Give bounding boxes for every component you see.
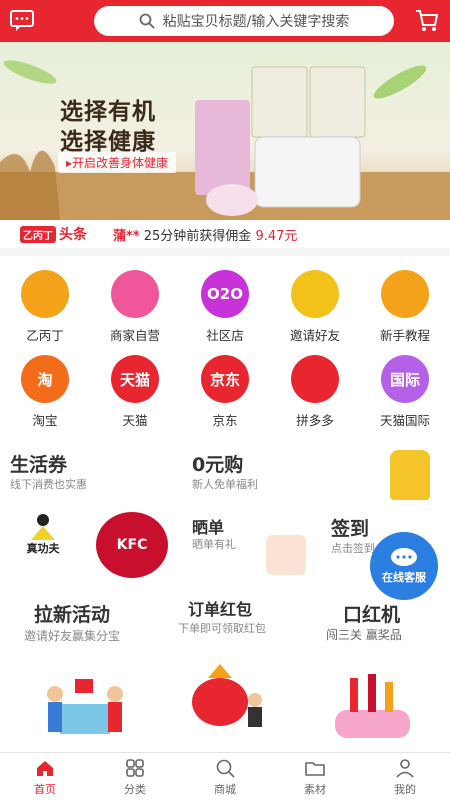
kfc-text: KFC [116,537,148,553]
banner-title-2: 选择健康 [60,129,156,155]
grid-item-label: 天猫国际 [379,413,430,428]
grid-item[interactable]: 天猫 天猫 [90,347,180,432]
grid-item[interactable]: 商家自营 [90,262,180,347]
shop-icon [111,270,159,318]
tutorial-icon [381,270,429,318]
tab-label: 我的 [394,782,416,796]
zero-buy-title[interactable]: 0元购 [192,450,243,477]
lipstick-machine-title[interactable]: 口红机 [343,600,400,627]
search-placeholder: 粘贴宝贝标题/输入关键字搜索 [162,14,350,30]
order-redpack-title[interactable]: 订单红包 [188,596,252,620]
invite-icon [291,270,339,318]
grid-item-label: 新手教程 [379,328,430,343]
grid-item-label: 京东 [212,413,238,428]
search-icon [216,759,235,778]
show-order-sub: 晒单有礼 [192,538,236,551]
top-bar: 粘贴宝贝标题/输入关键字搜索 [0,0,450,42]
customer-service-label: 在线客服 [382,571,426,584]
home-icon [37,760,53,776]
headline-logo-badge: 乙丙丁 [20,225,56,243]
grid-item[interactable]: 京东 京东 [180,347,270,432]
grid-item[interactable]: 邀请好友 [270,262,360,347]
zero-buy-sub: 新人免单福利 [192,478,258,491]
invite-illustration[interactable] [40,664,130,739]
life-coupon-sub: 线下消费也实惠 [10,478,87,491]
tab-label: 首页 [34,782,56,796]
life-coupon-title[interactable]: 生活券 [10,450,67,477]
grid-item-label: 淘宝 [32,413,58,428]
zhengongfu-logo[interactable]: 真功夫 [18,512,68,556]
headline-logo-text: 头条 [59,227,87,243]
tmall-icon: 天猫 [111,355,159,403]
lipstick-illustration[interactable] [330,670,420,742]
backpack-image[interactable] [390,450,430,500]
news-message: 25分钟前获得佣金 [143,228,252,244]
invite-activity-sub: 邀请好友赢集分宝 [24,629,121,643]
grid-item-label: 乙丙丁 [26,328,64,343]
grid-item[interactable]: 淘淘宝 [0,347,90,432]
grid-icon [126,758,144,777]
bottom-tab-bar: 首页 分类 商城 素材 我的 [0,752,450,800]
banner-title-1: 选择有机 [60,99,156,125]
tab-user[interactable]: 我的 [360,753,450,800]
user-icon [396,758,414,778]
grid-row: 乙丙丁 商家自营 O2O 社区店 邀请好友 新手教程 [0,262,450,347]
tmall-global-icon: 国际 [381,355,429,403]
tab-grid[interactable]: 分类 [90,753,180,800]
yibingding-icon [21,270,69,318]
pinduoduo-icon [291,355,339,403]
grid-item[interactable]: 国际 天猫国际 [360,347,450,432]
chat-bubble-icon [391,548,417,566]
news-text: 蒲** 25分钟前获得佣金 9.47元 [113,225,297,244]
grid-item[interactable]: 拼多多 [270,347,360,432]
news-ticker[interactable]: 乙丙丁 头条 蒲** 25分钟前获得佣金 9.47元 [0,220,450,256]
kfc-logo[interactable]: KFC [96,512,168,578]
grid-item-label: 商家自营 [109,328,160,343]
tab-label: 素材 [304,782,326,796]
order-redpack-sub: 下单即可领取红包 [178,622,266,635]
tab-home[interactable]: 首页 [0,753,90,800]
message-icon[interactable] [0,0,44,42]
grid-item-label: 拼多多 [296,413,334,428]
grid-item[interactable]: 新手教程 [360,262,450,347]
tab-label: 商城 [214,782,236,796]
tab-label: 分类 [124,782,146,796]
redpack-illustration[interactable] [180,660,270,730]
cart-icon[interactable] [414,8,440,38]
taobao-icon: 淘 [21,355,69,403]
headline-logo: 乙丙丁 头条 [20,224,87,244]
lipstick-machine-sub: 闯三关 赢奖品 [326,628,402,642]
banner-cta[interactable]: ▸开启改善身体健康 [58,152,177,173]
tab-folder[interactable]: 素材 [270,753,360,800]
jd-icon: 京东 [201,355,249,403]
grid-item-label: 天猫 [122,413,148,428]
invite-activity-title[interactable]: 拉新活动 [34,600,110,627]
grid-row: 淘淘宝 天猫 天猫 京东 京东 拼多多 国际 天猫国际 [0,347,450,432]
o2o-icon: O2O [201,270,249,318]
news-user: 蒲** [113,228,140,244]
grid-item[interactable]: O2O 社区店 [180,262,270,347]
grid-item-label: 邀请好友 [289,328,340,343]
grid-item[interactable]: 乙丙丁 [0,262,90,347]
sign-in-title[interactable]: 签到 [331,514,369,541]
tab-search[interactable]: 商城 [180,753,270,800]
promo-banner[interactable]: 选择有机 选择健康 ▸开启改善身体健康 [0,42,450,220]
shopping-illustration[interactable] [266,535,306,575]
search-icon [139,13,155,29]
show-order-title[interactable]: 晒单 [192,514,224,538]
sign-in-sub: 点击签到 [331,542,375,555]
grid-item-label: 社区店 [206,328,244,343]
zhengongfu-text: 真功夫 [26,542,60,555]
news-amount: 9.47元 [255,228,298,244]
folder-icon [305,761,325,776]
search-input[interactable]: 粘贴宝贝标题/输入关键字搜索 [94,6,394,36]
customer-service-button[interactable]: 在线客服 [370,532,438,600]
category-grid: 乙丙丁 商家自营 O2O 社区店 邀请好友 新手教程淘淘宝 天猫 天猫 京东 京东 拼多多 国际 天猫国… [0,262,450,432]
